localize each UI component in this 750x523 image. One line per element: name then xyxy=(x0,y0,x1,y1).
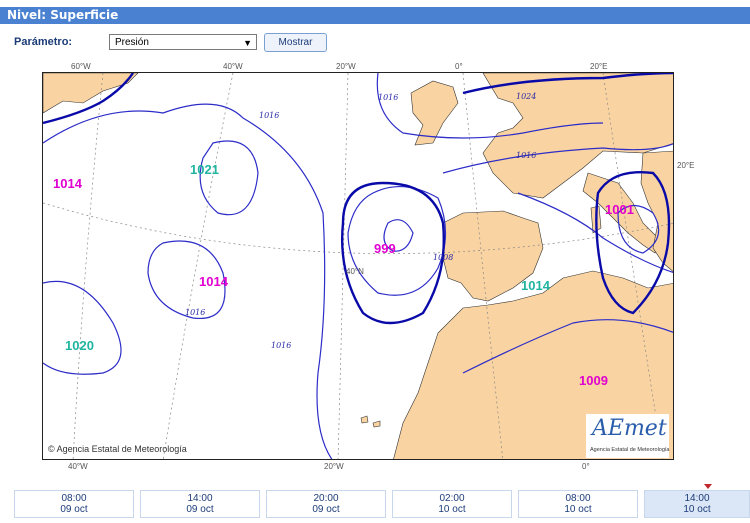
lon-label-20e-right: 20°E xyxy=(677,161,695,170)
isobar-label: 1016 xyxy=(185,308,206,317)
land-canaries xyxy=(360,415,369,424)
time-slot[interactable]: 02:00 10 oct xyxy=(392,490,512,518)
pressure-map[interactable]: 1014 1021 999 1014 1020 1001 1014 1009 1… xyxy=(42,72,674,460)
time-slot[interactable]: 20:00 09 oct xyxy=(266,490,386,518)
lon-label-40w-bottom: 40°W xyxy=(68,462,88,471)
lon-label-20e-top: 20°E xyxy=(590,62,608,71)
lon-label-60w: 60°W xyxy=(71,62,91,71)
time-selector: 08:00 09 oct 14:00 09 oct 20:00 09 oct 0… xyxy=(14,490,750,518)
isobar-label: 1016 xyxy=(378,93,399,102)
pressure-value: 1014 xyxy=(521,278,550,293)
isobar-label: 1024 xyxy=(516,92,537,101)
pressure-value: 1001 xyxy=(605,202,634,217)
lon-label-20w-bottom: 20°W xyxy=(324,462,344,471)
time-slot[interactable]: 08:00 10 oct xyxy=(518,490,638,518)
pressure-value: 1009 xyxy=(579,373,608,388)
time-slot[interactable]: 14:00 09 oct xyxy=(140,490,260,518)
lon-label-0-bottom: 0° xyxy=(582,462,590,471)
dropdown-arrow-icon: ▼ xyxy=(243,38,252,48)
logo-text: AEmet xyxy=(592,416,667,441)
selected-time-marker-icon xyxy=(704,484,712,489)
lon-label-20w-top: 20°W xyxy=(336,62,356,71)
isobar-label: 1016 xyxy=(259,111,280,120)
level-header: Nivel: Superficie xyxy=(0,7,750,24)
lon-label-0-top: 0° xyxy=(455,62,463,71)
isobar-label: 1008 xyxy=(433,253,454,262)
pressure-value: 999 xyxy=(374,241,396,256)
aemet-logo: AEmet Agencia Estatal de Meteorología xyxy=(586,414,670,458)
level-title: Nivel: Superficie xyxy=(7,8,119,22)
isobar-label: 1016 xyxy=(516,151,537,160)
parameter-row: Parámetro: Presión ▼ Mostrar xyxy=(14,33,344,54)
pressure-value: 1014 xyxy=(53,176,82,191)
lat-label-40n: 40°N xyxy=(346,267,364,276)
parameter-select[interactable]: Presión ▼ xyxy=(109,34,257,50)
copyright-text: © Agencia Estatal de Meteorología xyxy=(48,444,187,454)
parameter-label: Parámetro: xyxy=(14,36,73,48)
parameter-select-value: Presión xyxy=(115,37,149,48)
time-slot-selected[interactable]: 14:00 10 oct xyxy=(644,490,750,518)
pressure-value: 1021 xyxy=(190,162,219,177)
time-slot[interactable]: 08:00 09 oct xyxy=(14,490,134,518)
land-canaries-2 xyxy=(372,420,381,428)
copyright-icon: © xyxy=(48,444,55,454)
isobar-label: 1016 xyxy=(271,341,292,350)
pressure-value: 1020 xyxy=(65,338,94,353)
pressure-value: 1014 xyxy=(199,274,228,289)
logo-subtitle: Agencia Estatal de Meteorología xyxy=(590,447,670,453)
show-button[interactable]: Mostrar xyxy=(264,33,327,52)
lon-label-40w-top: 40°W xyxy=(223,62,243,71)
